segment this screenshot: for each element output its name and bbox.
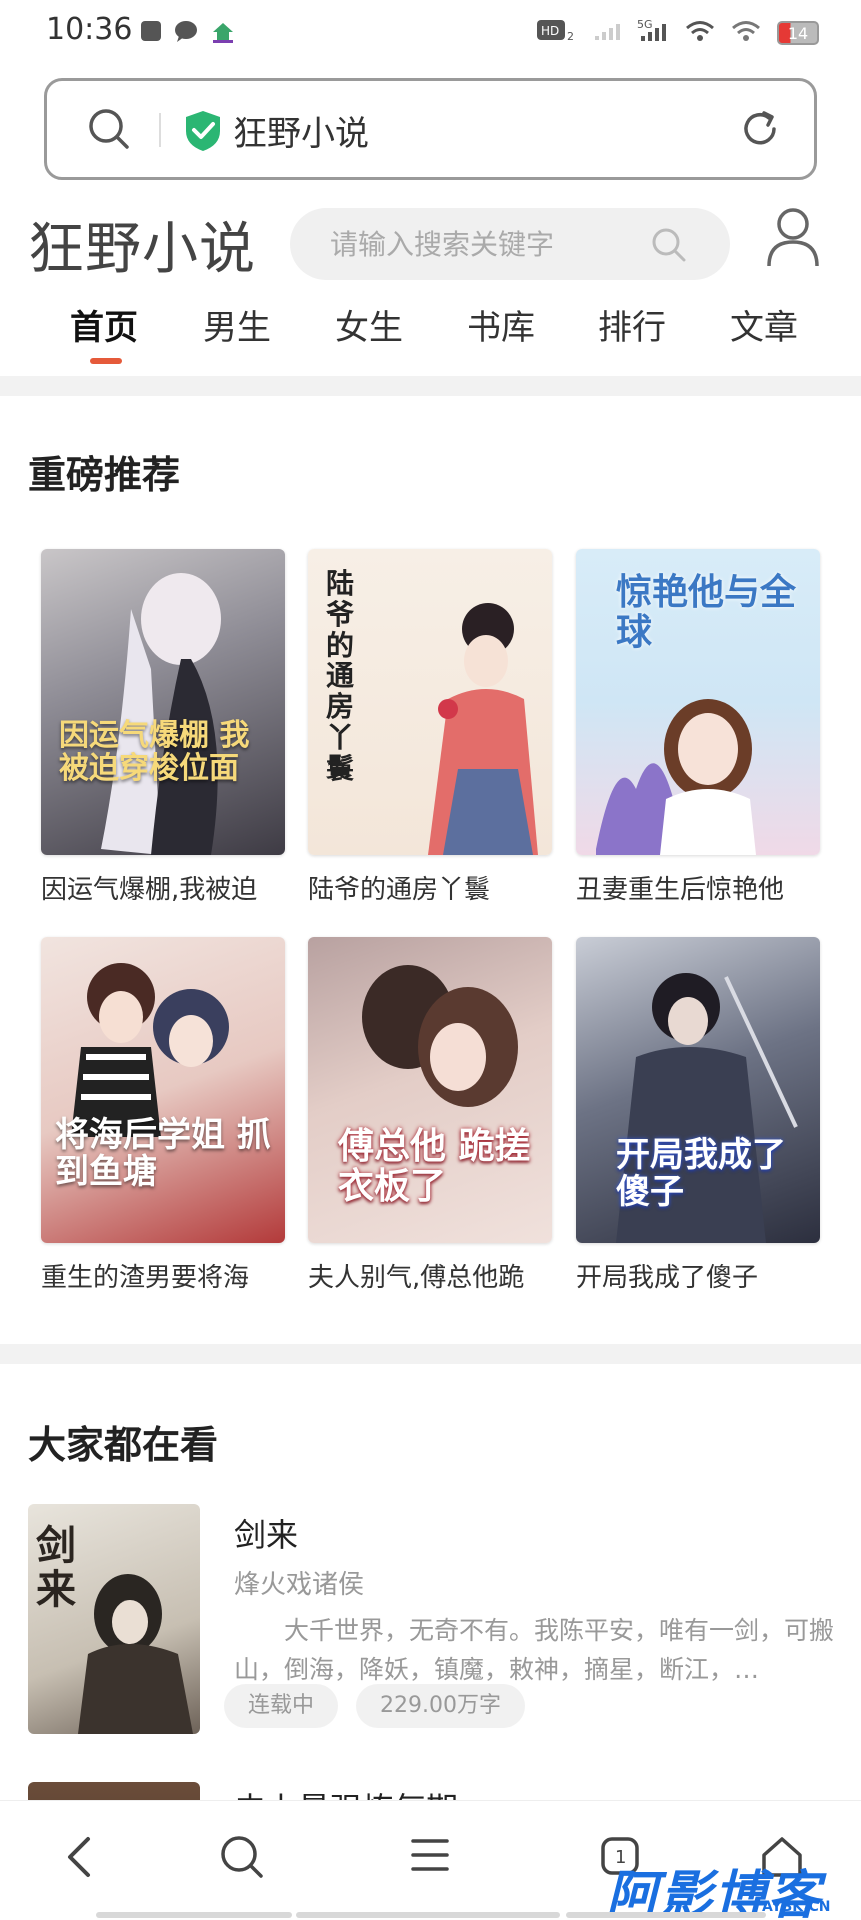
wifi-icon bbox=[685, 19, 715, 47]
book-card[interactable]: 惊艳他与全球 丑妻重生后惊艳他 bbox=[576, 549, 820, 906]
svg-text:5G: 5G bbox=[637, 18, 653, 31]
book-cover[interactable]: 开局我成了傻子 bbox=[576, 937, 820, 1243]
status-bar: 10:36 HD 2 5G 14 bbox=[0, 0, 861, 66]
shield-icon bbox=[183, 109, 223, 157]
tab-articles[interactable]: 文章 bbox=[730, 300, 798, 349]
status-badge: 连载中 bbox=[224, 1684, 339, 1728]
cover-text: 将海后学姐 抓到鱼塘 bbox=[55, 1115, 271, 1193]
list-item[interactable]: 剑来 剑来 烽火戏诸侯 大千世界，无奇不有。我陈平安，唯有一剑，可搬山，倒海，降… bbox=[28, 1504, 834, 1736]
menu-icon[interactable] bbox=[410, 1835, 450, 1879]
cover-text: 因运气爆棚 我被迫穿梭位面 bbox=[59, 718, 250, 786]
book-card[interactable]: 陆爷的通房丫鬟 陆爷的通房丫鬟 bbox=[308, 549, 552, 906]
cover-text: 傅总他 跪搓衣板了 bbox=[338, 1126, 531, 1207]
tab-home[interactable]: 首页 bbox=[70, 300, 138, 349]
5g-signal-icon: 5G bbox=[637, 18, 669, 48]
watermark-domain: AYBK.CN bbox=[762, 1899, 831, 1915]
address-divider bbox=[159, 113, 161, 147]
list-cover[interactable]: 剑来 bbox=[28, 1504, 200, 1734]
cover-text: 开局我成了傻子 bbox=[616, 1135, 786, 1213]
book-cover[interactable]: 将海后学姐 抓到鱼塘 bbox=[41, 937, 285, 1243]
site-logo[interactable]: 狂野小说 bbox=[28, 204, 256, 285]
book-card[interactable]: 傅总他 跪搓衣板了 夫人别气,傅总他跪 bbox=[308, 937, 552, 1294]
active-tab-indicator bbox=[90, 358, 122, 364]
list-item[interactable]: 史上最强炼气期 bbox=[28, 1782, 833, 1802]
site-search-box[interactable] bbox=[290, 208, 730, 280]
app-notification-icon bbox=[140, 20, 162, 46]
hd-icon: HD 2 bbox=[537, 18, 577, 48]
book-title[interactable]: 丑妻重生后惊艳他 bbox=[576, 869, 826, 906]
cover-text: 惊艳他与全球 bbox=[616, 572, 797, 653]
site-search-input[interactable] bbox=[330, 222, 650, 266]
status-time: 10:36 bbox=[46, 12, 133, 47]
list-description: 大千世界，无奇不有。我陈平安，唯有一剑，可搬山，倒海，降妖，镇魔，敕神，摘星，断… bbox=[234, 1616, 834, 1684]
reload-icon[interactable] bbox=[738, 107, 782, 155]
back-icon[interactable] bbox=[64, 1835, 94, 1883]
tab-library[interactable]: 书库 bbox=[467, 300, 535, 349]
book-cover[interactable]: 傅总他 跪搓衣板了 bbox=[308, 937, 552, 1243]
list-cover[interactable] bbox=[28, 1782, 200, 1802]
address-text[interactable]: 狂野小说 bbox=[233, 106, 369, 155]
site-header: 狂野小说 首页 男生 女生 书库 排行 文章 bbox=[0, 196, 861, 376]
user-icon[interactable] bbox=[765, 206, 821, 272]
address-bar[interactable]: 狂野小说 bbox=[44, 78, 817, 180]
bottom-nav: 1 阿影博客 AYBK.CN bbox=[0, 1800, 861, 1920]
svg-text:HD: HD bbox=[541, 24, 559, 38]
word-count-badge: 229.00万字 bbox=[356, 1684, 525, 1728]
nav-tabs: 首页 男生 女生 书库 排行 文章 bbox=[0, 296, 861, 366]
tab-ranking[interactable]: 排行 bbox=[598, 300, 666, 349]
book-cover[interactable]: 陆爷的通房丫鬟 bbox=[308, 549, 552, 855]
cover-text: 剑来 bbox=[36, 1523, 76, 1613]
book-card[interactable]: 将海后学姐 抓到鱼塘 重生的渣男要将海 bbox=[41, 937, 285, 1294]
book-card[interactable]: 因运气爆棚 我被迫穿梭位面 因运气爆棚,我被迫 bbox=[41, 549, 285, 906]
book-cover[interactable]: 因运气爆棚 我被迫穿梭位面 bbox=[41, 549, 285, 855]
wifi-secondary-icon bbox=[731, 19, 761, 47]
book-card[interactable]: 开局我成了傻子 开局我成了傻子 bbox=[576, 937, 820, 1294]
tab-female[interactable]: 女生 bbox=[335, 300, 403, 349]
section-divider bbox=[0, 376, 861, 396]
gesture-bar bbox=[96, 1912, 292, 1918]
book-cover[interactable]: 惊艳他与全球 bbox=[576, 549, 820, 855]
site-search-icon[interactable] bbox=[650, 226, 688, 268]
search-icon[interactable] bbox=[87, 107, 131, 155]
svg-text:2: 2 bbox=[567, 30, 574, 43]
featured-section-title: 重磅推荐 bbox=[28, 453, 181, 497]
cover-text: 陆爷的通房丫鬟 bbox=[326, 567, 355, 785]
gesture-bar bbox=[296, 1912, 560, 1918]
book-title[interactable]: 夫人别气,傅总他跪 bbox=[308, 1257, 558, 1294]
book-title[interactable]: 重生的渣男要将海 bbox=[41, 1257, 291, 1294]
search-icon[interactable] bbox=[220, 1835, 264, 1883]
gesture-bar bbox=[566, 1912, 766, 1918]
signal-icon bbox=[593, 20, 621, 46]
battery-icon: 14 bbox=[777, 21, 819, 45]
message-notification-icon bbox=[174, 20, 198, 46]
book-title[interactable]: 因运气爆棚,我被迫 bbox=[41, 869, 291, 906]
popular-section-title: 大家都在看 bbox=[28, 1423, 219, 1467]
section-divider bbox=[0, 1344, 861, 1364]
list-title[interactable]: 剑来 bbox=[234, 1510, 298, 1556]
list-author[interactable]: 烽火戏诸侯 bbox=[234, 1564, 364, 1601]
home-notification-icon bbox=[210, 20, 236, 48]
book-title[interactable]: 陆爷的通房丫鬟 bbox=[308, 869, 558, 906]
tab-male[interactable]: 男生 bbox=[203, 300, 271, 349]
book-title[interactable]: 开局我成了傻子 bbox=[576, 1257, 826, 1294]
